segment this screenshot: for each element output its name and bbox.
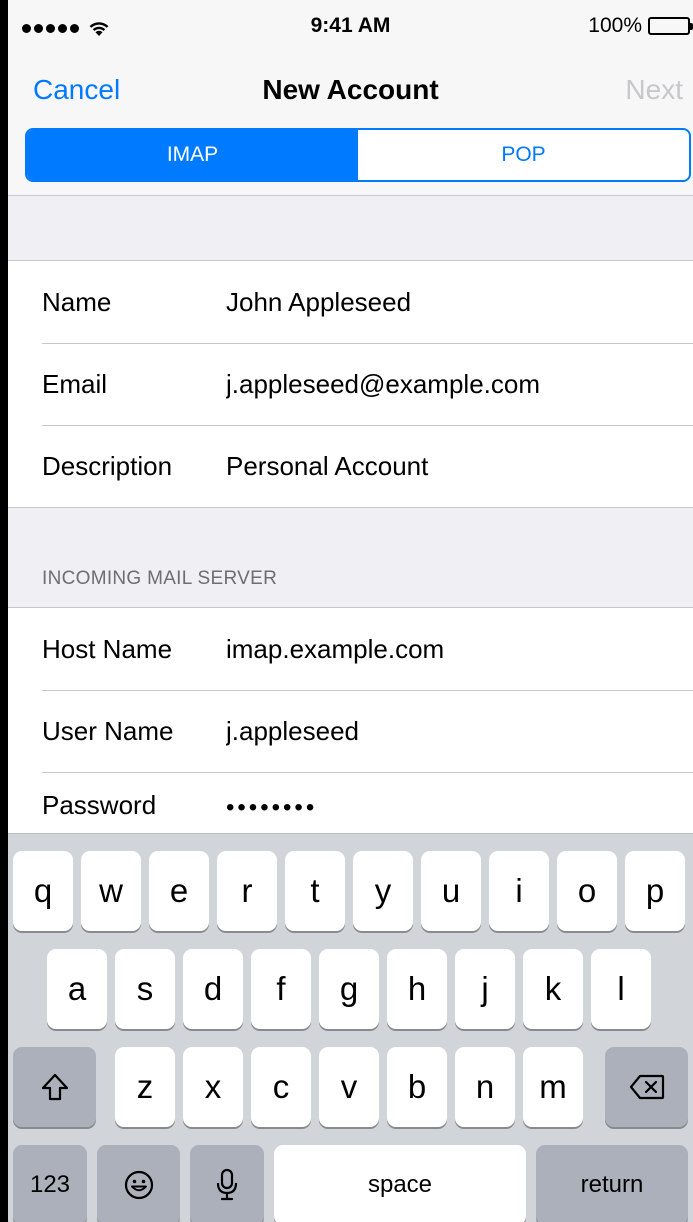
incoming-server-header: INCOMING MAIL SERVER — [42, 568, 278, 589]
segment-pop[interactable]: POP — [358, 130, 689, 180]
key-k[interactable]: k — [523, 949, 583, 1029]
emoji-key[interactable] — [97, 1145, 180, 1222]
key-r[interactable]: r — [217, 851, 277, 931]
key-j[interactable]: j — [455, 949, 515, 1029]
email-label: Email — [42, 368, 108, 399]
protocol-segmented-control: IMAP POP — [25, 128, 691, 182]
host-name-row[interactable]: Host Name — [8, 608, 693, 690]
name-label: Name — [42, 286, 112, 317]
segment-imap[interactable]: IMAP — [27, 130, 358, 180]
host-name-field[interactable] — [226, 633, 686, 665]
key-q[interactable]: q — [13, 851, 73, 931]
key-g[interactable]: g — [319, 949, 379, 1029]
name-row[interactable]: Name — [8, 261, 693, 343]
password-row[interactable]: Password •••••••• — [8, 772, 693, 842]
key-s[interactable]: s — [115, 949, 175, 1029]
shift-key[interactable] — [13, 1047, 96, 1127]
next-button[interactable]: Next — [625, 74, 683, 106]
description-label: Description — [42, 450, 173, 481]
key-t[interactable]: t — [285, 851, 345, 931]
incoming-server-group: Host Name User Name Password •••••••• — [8, 607, 693, 842]
keyboard: q w e r t y u i o p a s d f g h j k l z … — [8, 833, 693, 1222]
email-row[interactable]: Email — [8, 343, 693, 425]
backspace-key[interactable] — [605, 1047, 688, 1127]
numbers-key[interactable]: 123 — [13, 1145, 87, 1222]
status-bar: 9:41 AM 100% — [8, 0, 693, 62]
user-name-field[interactable] — [226, 715, 686, 747]
emoji-icon — [124, 1170, 153, 1200]
battery-percent: 100% — [588, 14, 642, 37]
key-f[interactable]: f — [251, 949, 311, 1029]
key-h[interactable]: h — [387, 949, 447, 1029]
key-p[interactable]: p — [625, 851, 685, 931]
shift-icon — [41, 1073, 68, 1101]
description-field[interactable] — [226, 450, 686, 482]
key-z[interactable]: z — [115, 1047, 175, 1127]
protocol-selector-area: IMAP POP — [8, 128, 693, 196]
password-field[interactable]: •••••••• — [226, 794, 686, 822]
key-x[interactable]: x — [183, 1047, 243, 1127]
navigation-bar: Cancel New Account Next — [8, 62, 693, 128]
phone-screen: 9:41 AM 100% Cancel New Account Next IMA… — [8, 0, 693, 1222]
key-a[interactable]: a — [47, 949, 107, 1029]
microphone-icon — [216, 1168, 238, 1201]
backspace-icon — [629, 1074, 664, 1100]
name-field[interactable] — [226, 286, 686, 318]
email-field[interactable] — [226, 368, 686, 400]
key-i[interactable]: i — [489, 851, 549, 931]
key-v[interactable]: v — [319, 1047, 379, 1127]
return-key[interactable]: return — [536, 1145, 688, 1222]
space-key[interactable]: space — [274, 1145, 526, 1222]
battery-icon — [648, 17, 693, 35]
key-c[interactable]: c — [251, 1047, 311, 1127]
key-n[interactable]: n — [455, 1047, 515, 1127]
account-info-group: Name Email Description — [8, 260, 693, 508]
key-d[interactable]: d — [183, 949, 243, 1029]
key-y[interactable]: y — [353, 851, 413, 931]
password-label: Password — [42, 790, 157, 820]
description-row[interactable]: Description — [8, 425, 693, 507]
cancel-button[interactable]: Cancel — [33, 74, 120, 106]
key-u[interactable]: u — [421, 851, 481, 931]
key-o[interactable]: o — [557, 851, 617, 931]
key-e[interactable]: e — [149, 851, 209, 931]
key-w[interactable]: w — [81, 851, 141, 931]
host-name-label: Host Name — [42, 633, 173, 664]
user-name-row[interactable]: User Name — [8, 690, 693, 772]
key-m[interactable]: m — [523, 1047, 583, 1127]
key-b[interactable]: b — [387, 1047, 447, 1127]
user-name-label: User Name — [42, 715, 174, 746]
key-l[interactable]: l — [591, 949, 651, 1029]
dictation-key[interactable] — [190, 1145, 264, 1222]
